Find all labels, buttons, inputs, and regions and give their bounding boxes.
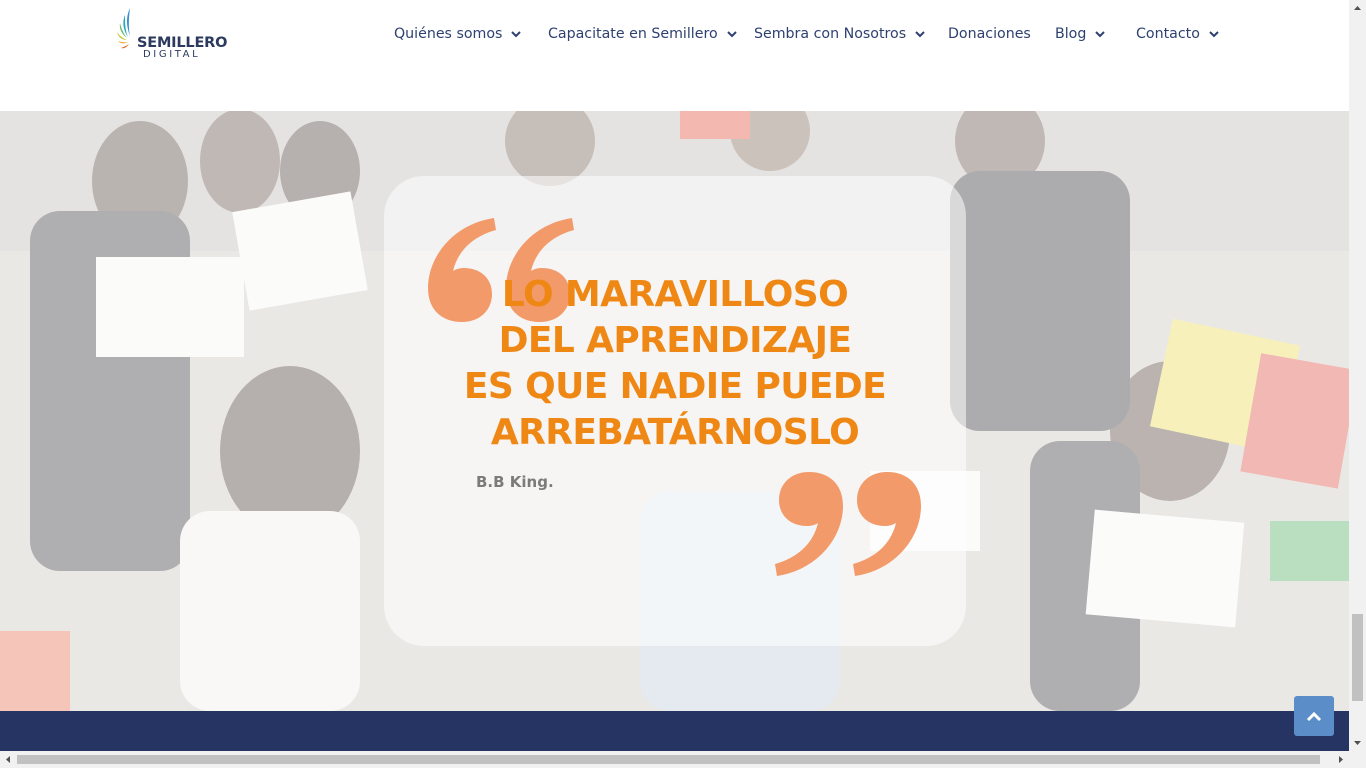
scroll-right-arrow-icon[interactable] xyxy=(1332,751,1349,768)
chevron-down-icon xyxy=(511,30,522,38)
quote-line-3: ES QUE NADIE PUEDE xyxy=(463,366,887,407)
semillero-digital-logo[interactable]: SEMILLERO DIGITAL xyxy=(116,6,227,64)
scroll-to-top-button[interactable] xyxy=(1294,696,1334,736)
chevron-down-icon xyxy=(915,30,925,38)
nav-item-label: Capacitate en Semillero xyxy=(548,26,718,42)
site-header: SEMILLERO DIGITAL Quiénes somos Capacita… xyxy=(0,0,1349,111)
nav-item-quienes-somos[interactable]: Quiénes somos xyxy=(394,24,522,44)
quote-line-1: LO MARAVILLOSO xyxy=(501,274,849,315)
horizontal-scrollbar-thumb[interactable] xyxy=(17,755,1320,764)
quote-line-4: ARREBATÁRNOSLO xyxy=(490,412,860,453)
nav-item-capacitate[interactable]: Capacitate en Semillero xyxy=(548,24,737,44)
quote-hero-section: LO MARAVILLOSO DEL APRENDIZAJE ES QUE NA… xyxy=(0,111,1349,711)
quote-author: B.B King. xyxy=(476,473,554,491)
nav-item-label: Contacto xyxy=(1136,26,1200,42)
nav-item-label: Donaciones xyxy=(948,26,1031,42)
scroll-down-arrow-icon[interactable] xyxy=(1349,734,1366,751)
chevron-down-icon xyxy=(1209,30,1219,38)
scroll-up-arrow-icon[interactable] xyxy=(1349,0,1366,17)
vertical-scrollbar-thumb[interactable] xyxy=(1352,614,1363,701)
nav-item-contacto[interactable]: Contacto xyxy=(1136,24,1219,44)
quote-line-2: DEL APRENDIZAJE xyxy=(498,320,852,361)
scroll-left-arrow-icon[interactable] xyxy=(0,751,17,768)
nav-item-label: Quiénes somos xyxy=(394,26,503,42)
horizontal-scrollbar[interactable] xyxy=(0,751,1366,768)
chevron-up-icon xyxy=(1306,711,1322,721)
nav-item-donaciones[interactable]: Donaciones xyxy=(948,24,1031,44)
nav-item-sembra[interactable]: Sembra con Nosotros xyxy=(754,24,925,44)
chevron-down-icon xyxy=(1095,30,1106,38)
vertical-scrollbar[interactable] xyxy=(1349,0,1366,751)
nav-item-label: Sembra con Nosotros xyxy=(754,26,907,42)
site-footer xyxy=(0,711,1349,751)
close-quote-mark-icon xyxy=(775,472,921,576)
logo-subtitle: DIGITAL xyxy=(143,49,201,60)
nav-item-label: Blog xyxy=(1055,26,1087,42)
chevron-down-icon xyxy=(726,30,737,38)
nav-item-blog[interactable]: Blog xyxy=(1055,24,1106,44)
quote-card: LO MARAVILLOSO DEL APRENDIZAJE ES QUE NA… xyxy=(384,176,966,646)
